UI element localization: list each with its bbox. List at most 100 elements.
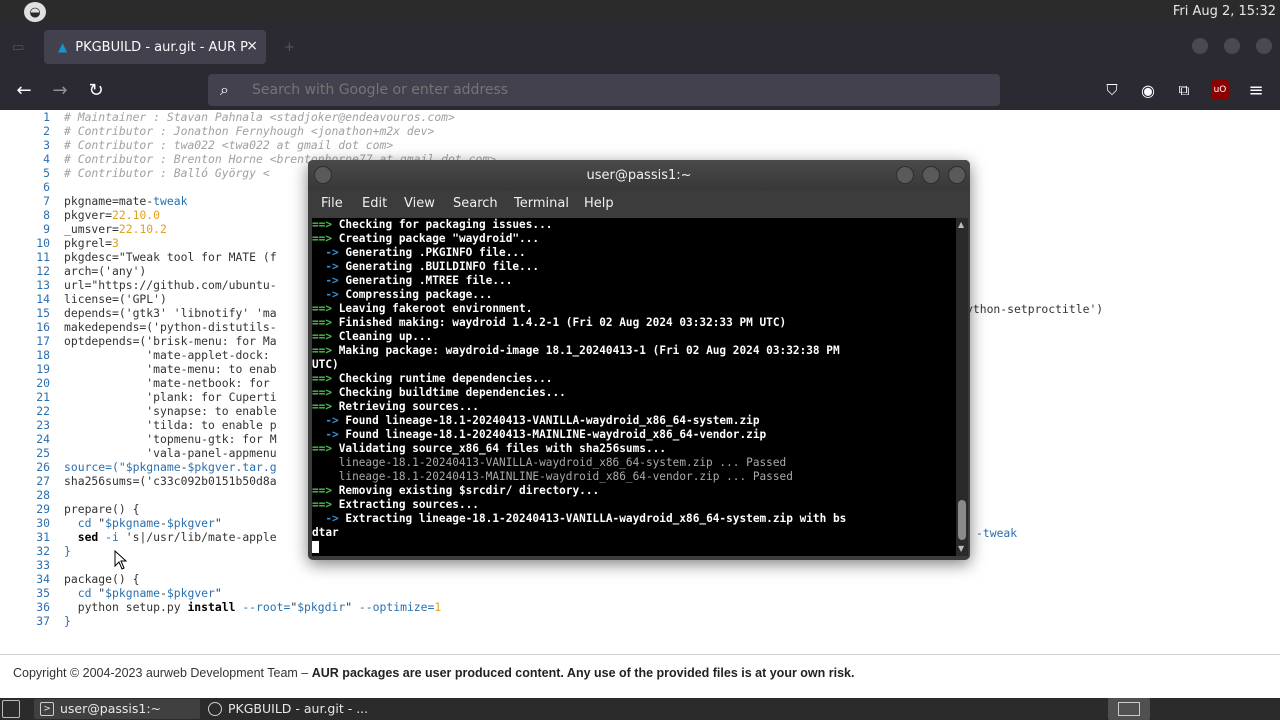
browser-icon	[208, 702, 222, 716]
code-token: 'mate-netbook: for	[64, 376, 270, 390]
line-number[interactable]: 32	[0, 544, 50, 558]
line-number[interactable]: 36	[0, 600, 50, 614]
scroll-down-icon[interactable]: ▼	[958, 544, 964, 553]
terminal-scrollbar[interactable]: ▲ ▼	[956, 218, 968, 556]
app-menu-icon[interactable]	[2, 700, 20, 718]
line-number[interactable]: 21	[0, 390, 50, 404]
reload-icon[interactable]: ↻	[84, 78, 108, 102]
terminal-text: Cleaning up...	[332, 330, 433, 343]
workspace-switcher[interactable]	[1108, 698, 1150, 720]
menu-file[interactable]: File	[321, 196, 343, 211]
terminal-text: Making package: waydroid-image 18.1_2024…	[332, 344, 840, 357]
line-number[interactable]: 31	[0, 530, 50, 544]
pocket-icon[interactable]: ⛉	[1100, 78, 1124, 102]
line-number[interactable]: 28	[0, 488, 50, 502]
line-number[interactable]: 10	[0, 236, 50, 250]
line-number[interactable]: 6	[0, 180, 50, 194]
line-number[interactable]: 9	[0, 222, 50, 236]
menu-search[interactable]: Search	[453, 196, 498, 211]
line-number[interactable]: 8	[0, 208, 50, 222]
line-number[interactable]: 26	[0, 460, 50, 474]
terminal-prefix: ==>	[312, 484, 333, 497]
new-tab-icon[interactable]: +	[284, 40, 300, 55]
code-token: $pkgname	[125, 460, 181, 474]
line-number[interactable]: 34	[0, 572, 50, 586]
line-number[interactable]: 29	[0, 502, 50, 516]
scroll-up-icon[interactable]: ▲	[958, 220, 964, 229]
code-token: optdepends=('brisk-menu: for Ma	[64, 334, 277, 348]
account-icon[interactable]: ◉	[1136, 78, 1160, 102]
line-number[interactable]: 35	[0, 586, 50, 600]
line-number[interactable]: 16	[0, 320, 50, 334]
line-number[interactable]: 24	[0, 432, 50, 446]
line-number[interactable]: 30	[0, 516, 50, 530]
line-number[interactable]: 19	[0, 362, 50, 376]
maximize-button[interactable]	[922, 166, 940, 184]
scrollbar-thumb[interactable]	[958, 500, 966, 540]
menu-icon[interactable]: ≡	[1244, 78, 1268, 102]
taskbar-task-terminal[interactable]: > user@passis1:~	[34, 699, 200, 719]
tab-pkgbuild[interactable]: ▲ PKGBUILD - aur.git - AUR P ×	[44, 30, 266, 64]
back-icon[interactable]: ←	[12, 78, 36, 102]
line-number[interactable]: 22	[0, 404, 50, 418]
menu-view[interactable]: View	[404, 196, 435, 211]
code-text: pkgver=22.10.0	[64, 208, 160, 222]
line-number[interactable]: 17	[0, 334, 50, 348]
line-number[interactable]: 11	[0, 250, 50, 264]
line-number[interactable]: 2	[0, 124, 50, 138]
line-number[interactable]: 12	[0, 264, 50, 278]
close-window-button[interactable]	[1256, 38, 1272, 54]
line-number[interactable]: 15	[0, 306, 50, 320]
line-number[interactable]: 33	[0, 558, 50, 572]
code-token: }	[64, 544, 71, 558]
line-number[interactable]: 25	[0, 446, 50, 460]
line-number[interactable]: 20	[0, 376, 50, 390]
terminal-line: ==> Extracting sources...	[312, 498, 956, 512]
code-token: $pkgver	[166, 516, 215, 530]
clock[interactable]: Fri Aug 2, 15:32	[1173, 4, 1276, 19]
menu-terminal[interactable]: Terminal	[514, 196, 569, 211]
minimize-button[interactable]	[896, 166, 914, 184]
code-token: 'tilda: to enable p	[64, 418, 277, 432]
tab-list-icon[interactable]: ▭	[12, 40, 28, 55]
line-number[interactable]: 7	[0, 194, 50, 208]
system-menu-icon[interactable]: ◒	[24, 2, 46, 22]
extensions-icon[interactable]: ⧉	[1172, 78, 1196, 102]
terminal-prefix: ==>	[312, 442, 333, 455]
line-number[interactable]: 3	[0, 138, 50, 152]
line-number[interactable]: 27	[0, 474, 50, 488]
line-number[interactable]: 1	[0, 110, 50, 124]
code-text: # Maintainer : Stavan Pahnala <stadjoker…	[64, 110, 455, 124]
url-input[interactable]	[252, 74, 952, 106]
terminal-output[interactable]: ==> Checking for packaging issues... ==> …	[312, 218, 956, 556]
code-token: 'mate-applet-dock:	[64, 348, 270, 362]
terminal-text: Validating source_x86_64 files with sha2…	[332, 442, 666, 455]
code-token: cd	[64, 516, 99, 530]
tab-close-icon[interactable]: ×	[246, 38, 258, 54]
url-bar[interactable]: ⌕	[208, 74, 1000, 106]
taskbar-task-browser[interactable]: PKGBUILD - aur.git - ...	[202, 699, 372, 719]
code-token: 'vala-panel-appmenu	[64, 446, 277, 460]
terminal-titlebar[interactable]: user@passis1:~	[308, 160, 970, 190]
code-token: source=("	[64, 460, 126, 474]
menu-help[interactable]: Help	[584, 196, 614, 211]
line-number[interactable]: 14	[0, 292, 50, 306]
line-number[interactable]: 5	[0, 166, 50, 180]
forward-icon[interactable]: →	[48, 78, 72, 102]
line-number[interactable]: 37	[0, 614, 50, 628]
line-number[interactable]: 13	[0, 278, 50, 292]
code-token: sha256sums=('c33c092b0151b50d8a	[64, 474, 277, 488]
line-number[interactable]: 4	[0, 152, 50, 166]
close-button[interactable]	[948, 166, 966, 184]
line-number[interactable]: 23	[0, 418, 50, 432]
line-number[interactable]: 18	[0, 348, 50, 362]
taskbar: > user@passis1:~ PKGBUILD - aur.git - ..…	[0, 698, 1280, 720]
maximize-window-button[interactable]	[1224, 38, 1240, 54]
terminal-text: Creating package "waydroid"...	[332, 232, 540, 245]
minimize-window-button[interactable]	[1192, 38, 1208, 54]
terminal-icon: >	[40, 702, 54, 716]
ublock-origin-icon[interactable]: uO	[1211, 80, 1229, 100]
terminal-window[interactable]: user@passis1:~ File Edit View Search Ter…	[308, 160, 970, 560]
terminal-line: ==> Making package: waydroid-image 18.1_…	[312, 344, 956, 358]
menu-edit[interactable]: Edit	[362, 196, 387, 211]
